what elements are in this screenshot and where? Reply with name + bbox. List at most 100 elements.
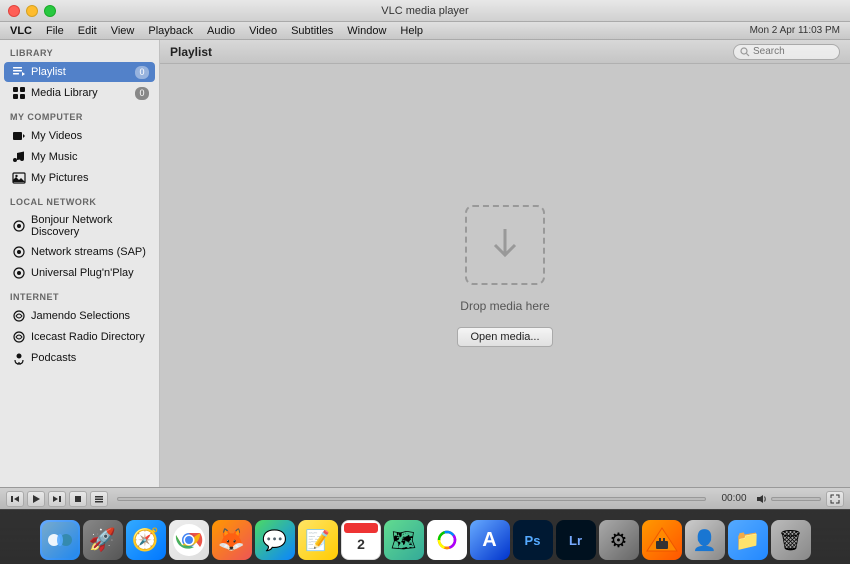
- internet-section-label: INTERNET: [0, 284, 159, 305]
- search-icon: [740, 47, 750, 57]
- sidebar-item-playlist[interactable]: Playlist 0: [4, 62, 155, 82]
- drop-media-text: Drop media here: [460, 299, 549, 313]
- dock-icon-notes[interactable]: 📝: [298, 520, 338, 560]
- toggle-playlist-button[interactable]: [90, 491, 108, 507]
- dock-icon-files[interactable]: 📁: [728, 520, 768, 560]
- menu-audio[interactable]: Audio: [201, 24, 241, 38]
- minimize-button[interactable]: [26, 5, 38, 17]
- sidebar-label-podcasts: Podcasts: [31, 352, 76, 364]
- volume-bar[interactable]: [771, 497, 821, 501]
- sidebar-item-bonjour[interactable]: Bonjour Network Discovery: [4, 211, 155, 241]
- local-network-section-label: LOCAL NETWORK: [0, 189, 159, 210]
- dock-icon-messages[interactable]: 💬: [255, 520, 295, 560]
- search-input[interactable]: [753, 46, 833, 57]
- search-box[interactable]: [733, 44, 840, 60]
- next-button[interactable]: [48, 491, 66, 507]
- menu-app[interactable]: VLC: [4, 24, 38, 38]
- system-time: Mon 2 Apr 11:03 PM: [750, 25, 840, 36]
- menu-subtitles[interactable]: Subtitles: [285, 24, 339, 38]
- sidebar-label-media-library: Media Library: [31, 87, 98, 99]
- internet-icon-icecast: [12, 330, 26, 344]
- progress-bar[interactable]: [117, 497, 706, 501]
- network-icon-upnp: [12, 266, 26, 280]
- sidebar-label-bonjour: Bonjour Network Discovery: [31, 214, 147, 238]
- sidebar-label-network-streams: Network streams (SAP): [31, 246, 146, 258]
- music-icon: [12, 150, 26, 164]
- dock: 🚀 🧭 🦊 💬 📝 2 🗺 A Ps Lr ⚙ 👤 📁 �: [0, 509, 850, 564]
- sidebar-item-my-pictures[interactable]: My Pictures: [4, 168, 155, 188]
- previous-button[interactable]: [6, 491, 24, 507]
- network-icon-sap: [12, 245, 26, 259]
- sidebar-item-jamendo[interactable]: Jamendo Selections: [4, 306, 155, 326]
- video-icon: [12, 129, 26, 143]
- menu-help[interactable]: Help: [394, 24, 429, 38]
- sidebar: LIBRARY Playlist 0 Media Libr: [0, 40, 160, 487]
- media-library-icon: [12, 86, 26, 100]
- stop-button[interactable]: [69, 491, 87, 507]
- sidebar-label-icecast: Icecast Radio Directory: [31, 331, 145, 343]
- menu-file[interactable]: File: [40, 24, 70, 38]
- dock-icon-launchpad[interactable]: 🚀: [83, 520, 123, 560]
- picture-icon: [12, 171, 26, 185]
- sidebar-item-media-library[interactable]: Media Library 0: [4, 83, 155, 103]
- sidebar-item-my-videos[interactable]: My Videos: [4, 126, 155, 146]
- content-area: Playlist Drop media here O: [160, 40, 850, 487]
- sidebar-item-podcasts[interactable]: Podcasts: [4, 348, 155, 368]
- close-button[interactable]: [8, 5, 20, 17]
- app-body: LIBRARY Playlist 0 Media Libr: [0, 40, 850, 487]
- content-header: Playlist: [160, 40, 850, 64]
- volume-icon: [756, 493, 768, 505]
- controls-bar: 00:00: [0, 487, 850, 509]
- sidebar-item-icecast[interactable]: Icecast Radio Directory: [4, 327, 155, 347]
- sidebar-label-jamendo: Jamendo Selections: [31, 310, 130, 322]
- internet-icon-jamendo: [12, 309, 26, 323]
- my-computer-section-label: MY COMPUTER: [0, 104, 159, 125]
- traffic-lights: [8, 5, 56, 17]
- menu-video[interactable]: Video: [243, 24, 283, 38]
- menu-edit[interactable]: Edit: [72, 24, 103, 38]
- dock-icon-safari[interactable]: 🧭: [126, 520, 166, 560]
- sidebar-label-playlist: Playlist: [31, 66, 66, 78]
- menubar: VLC File Edit View Playback Audio Video …: [0, 22, 850, 40]
- sidebar-item-network-streams[interactable]: Network streams (SAP): [4, 242, 155, 262]
- titlebar: VLC media player: [0, 0, 850, 22]
- network-icon-bonjour: [12, 219, 26, 233]
- menu-playback[interactable]: Playback: [142, 24, 199, 38]
- sidebar-label-my-music: My Music: [31, 151, 77, 163]
- maximize-button[interactable]: [44, 5, 56, 17]
- sidebar-item-upnp[interactable]: Universal Plug'n'Play: [4, 263, 155, 283]
- dock-icon-user[interactable]: 👤: [685, 520, 725, 560]
- dock-icon-photos[interactable]: [427, 520, 467, 560]
- drop-icon-box: [465, 205, 545, 285]
- library-section-label: LIBRARY: [0, 40, 159, 61]
- play-button[interactable]: [27, 491, 45, 507]
- main-area: LIBRARY Playlist 0 Media Libr: [0, 40, 850, 509]
- fullscreen-button[interactable]: [826, 491, 844, 507]
- dock-icon-vlc[interactable]: [642, 520, 682, 560]
- dock-icon-photoshop[interactable]: Ps: [513, 520, 553, 560]
- dock-icon-trash[interactable]: 🗑: [771, 520, 811, 560]
- sidebar-item-my-music[interactable]: My Music: [4, 147, 155, 167]
- dock-icon-maps[interactable]: 🗺: [384, 520, 424, 560]
- time-display: 00:00: [715, 493, 753, 504]
- open-media-button[interactable]: Open media...: [457, 327, 552, 347]
- playlist-badge: 0: [135, 66, 149, 79]
- dock-icon-finder[interactable]: [40, 520, 80, 560]
- dock-icon-lightroom[interactable]: Lr: [556, 520, 596, 560]
- podcast-icon: [12, 351, 26, 365]
- menu-view[interactable]: View: [105, 24, 141, 38]
- dock-icon-appstore[interactable]: A: [470, 520, 510, 560]
- volume-control: [756, 493, 821, 505]
- dock-icon-firefox[interactable]: 🦊: [212, 520, 252, 560]
- sidebar-label-my-pictures: My Pictures: [31, 172, 88, 184]
- sidebar-label-my-videos: My Videos: [31, 130, 82, 142]
- dock-icon-calendar[interactable]: 2: [341, 520, 381, 560]
- dock-icon-chrome[interactable]: [169, 520, 209, 560]
- dock-icon-system-preferences[interactable]: ⚙: [599, 520, 639, 560]
- sidebar-label-upnp: Universal Plug'n'Play: [31, 267, 134, 279]
- svg-text:2: 2: [357, 536, 365, 552]
- playlist-title: Playlist: [170, 45, 212, 59]
- drop-area: Drop media here Open media...: [160, 64, 850, 487]
- menu-window[interactable]: Window: [341, 24, 392, 38]
- media-library-badge: 0: [135, 87, 149, 100]
